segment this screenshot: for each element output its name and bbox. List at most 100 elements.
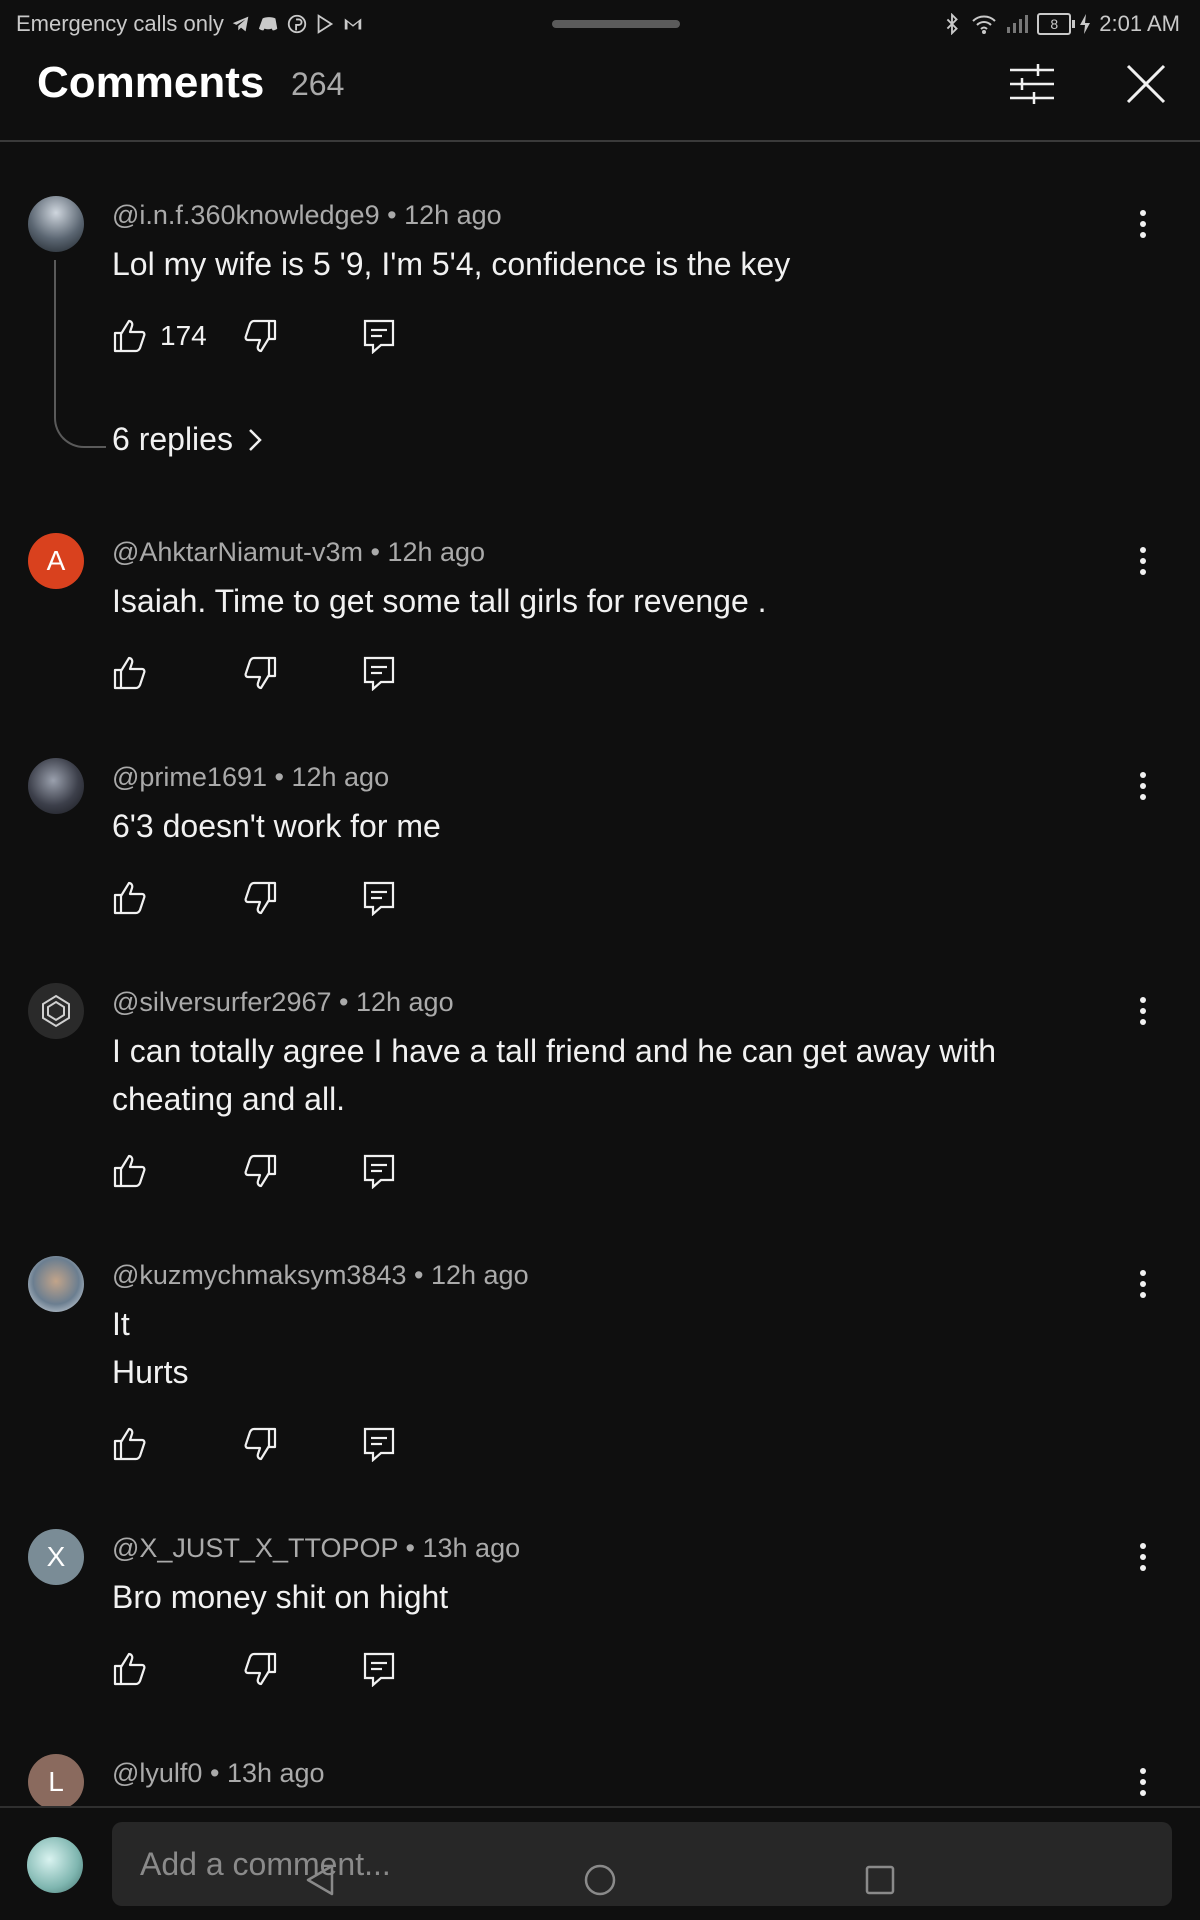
reply-button[interactable]	[362, 1424, 396, 1464]
comment-text: Lol my wife is 5 '9, I'm 5'4, confidence…	[112, 240, 1062, 288]
avatar[interactable]: A	[28, 533, 84, 589]
meta-separator: •	[414, 1260, 431, 1290]
battery-indicator: 8	[1037, 13, 1076, 35]
dislike-button[interactable]	[242, 1649, 278, 1689]
like-button[interactable]	[112, 878, 148, 918]
thumbs-up-icon	[113, 1652, 146, 1686]
avatar[interactable]	[28, 196, 84, 252]
reply-button[interactable]	[362, 1649, 396, 1689]
more-options-icon[interactable]	[1128, 1264, 1158, 1304]
comment-line: I can totally agree I have a tall friend…	[112, 1033, 997, 1069]
like-button[interactable]	[112, 1424, 148, 1464]
meta-separator: •	[339, 987, 356, 1017]
reply-icon	[363, 319, 395, 354]
pinterest-icon	[287, 14, 307, 34]
more-options-icon[interactable]	[1128, 541, 1158, 581]
comment-author[interactable]: @X_JUST_X_TTOPOP	[112, 1533, 398, 1563]
meta-separator: •	[370, 537, 388, 567]
comment-author[interactable]: @lyulf0	[112, 1758, 202, 1788]
add-comment-input[interactable]	[112, 1822, 1172, 1906]
avatar[interactable]: L	[28, 1754, 84, 1810]
battery-level: 8	[1050, 16, 1059, 32]
reply-button[interactable]	[362, 316, 396, 356]
my-avatar[interactable]	[27, 1837, 83, 1893]
home-nav-icon[interactable]	[582, 1862, 618, 1898]
back-nav-icon[interactable]	[302, 1862, 338, 1898]
like-button[interactable]	[112, 1151, 148, 1191]
thumbs-down-icon	[244, 881, 277, 915]
comment-text: I can totally agree I have a tall friend…	[112, 1027, 1062, 1123]
comment-line: Hurts	[112, 1354, 189, 1390]
dislike-button[interactable]	[242, 1151, 278, 1191]
recents-nav-icon[interactable]	[862, 1862, 898, 1898]
comment-time: 12h ago	[291, 762, 390, 792]
avatar[interactable]	[28, 983, 84, 1039]
filter-icon[interactable]	[1008, 60, 1056, 108]
avatar[interactable]	[28, 758, 84, 814]
comment-time: 12h ago	[430, 1260, 529, 1290]
thumbs-down-icon	[244, 319, 277, 353]
avatar-letter: A	[46, 545, 66, 576]
drag-handle[interactable]	[552, 20, 680, 28]
view-replies-link[interactable]: 6 replies	[112, 421, 263, 458]
more-options-icon[interactable]	[1128, 1537, 1158, 1577]
avatar[interactable]: X	[28, 1529, 84, 1585]
dislike-button[interactable]	[242, 1424, 278, 1464]
reply-button[interactable]	[362, 653, 396, 693]
reply-icon	[363, 656, 395, 691]
dislike-button[interactable]	[242, 878, 278, 918]
thumbs-up-icon	[113, 881, 146, 915]
more-options-icon[interactable]	[1128, 991, 1158, 1031]
comment-text: 6'3 doesn't work for me	[112, 802, 1062, 850]
comment-meta: @silversurfer2967 • 12h ago	[112, 987, 454, 1018]
avatar-letter: X	[46, 1541, 66, 1572]
comment-time: 13h ago	[226, 1758, 325, 1788]
comment-line: Bro money shit on hight	[112, 1579, 449, 1615]
comment-meta: @AhktarNiamut-v3m • 12h ago	[112, 537, 485, 568]
comments-header: Comments 264	[0, 48, 1200, 142]
comment-time: 12h ago	[404, 200, 502, 230]
thumbs-up-icon	[113, 319, 146, 353]
comment-author[interactable]: @kuzmychmaksym3843	[112, 1260, 407, 1290]
thumbs-down-icon	[244, 656, 277, 690]
comment-meta: @prime1691 • 12h ago	[112, 762, 389, 793]
thumbs-down-icon	[244, 1154, 277, 1188]
play-store-icon	[317, 14, 333, 34]
more-options-icon[interactable]	[1128, 766, 1158, 806]
more-options-icon[interactable]	[1128, 1762, 1158, 1802]
emblem-icon	[42, 994, 70, 1028]
close-icon[interactable]	[1122, 60, 1170, 108]
comment-line: cheating and all.	[112, 1081, 346, 1117]
avatar[interactable]	[28, 1256, 84, 1312]
comment-author[interactable]: @silversurfer2967	[112, 987, 332, 1017]
comment-meta: @lyulf0 • 13h ago	[112, 1758, 325, 1789]
comment-line: It	[112, 1306, 130, 1342]
reply-button[interactable]	[362, 1151, 396, 1191]
thumbs-up-icon	[113, 1154, 146, 1188]
charging-icon	[1080, 14, 1091, 34]
comment-line: Lol my wife is 5 '9, I'm 5'4, confidence…	[112, 246, 791, 282]
reply-icon	[363, 1427, 395, 1462]
dislike-button[interactable]	[242, 653, 278, 693]
telegram-icon	[232, 16, 249, 32]
like-button[interactable]	[112, 1649, 148, 1689]
like-button[interactable]: 174	[112, 316, 207, 356]
comment-text: Bro money shit on hight	[112, 1573, 1062, 1621]
comment-author[interactable]: @prime1691	[112, 762, 267, 792]
comment-author[interactable]: @i.n.f.360knowledge9	[112, 200, 380, 230]
status-left: Emergency calls only	[16, 11, 364, 37]
meta-separator: •	[209, 1758, 227, 1788]
signal-icon	[1007, 15, 1029, 33]
reply-icon	[363, 1154, 395, 1189]
page-title: Comments	[37, 58, 265, 107]
comment-count: 264	[291, 66, 345, 102]
chevron-right-icon	[249, 428, 262, 451]
like-button[interactable]	[112, 653, 148, 693]
more-options-icon[interactable]	[1128, 204, 1158, 244]
comment-time: 13h ago	[422, 1533, 521, 1563]
dislike-button[interactable]	[242, 316, 278, 356]
comment-author[interactable]: @AhktarNiamut-v3m	[112, 537, 363, 567]
comment-meta: @kuzmychmaksym3843 • 12h ago	[112, 1260, 529, 1291]
reply-button[interactable]	[362, 878, 396, 918]
replies-count: 6 replies	[112, 421, 233, 457]
